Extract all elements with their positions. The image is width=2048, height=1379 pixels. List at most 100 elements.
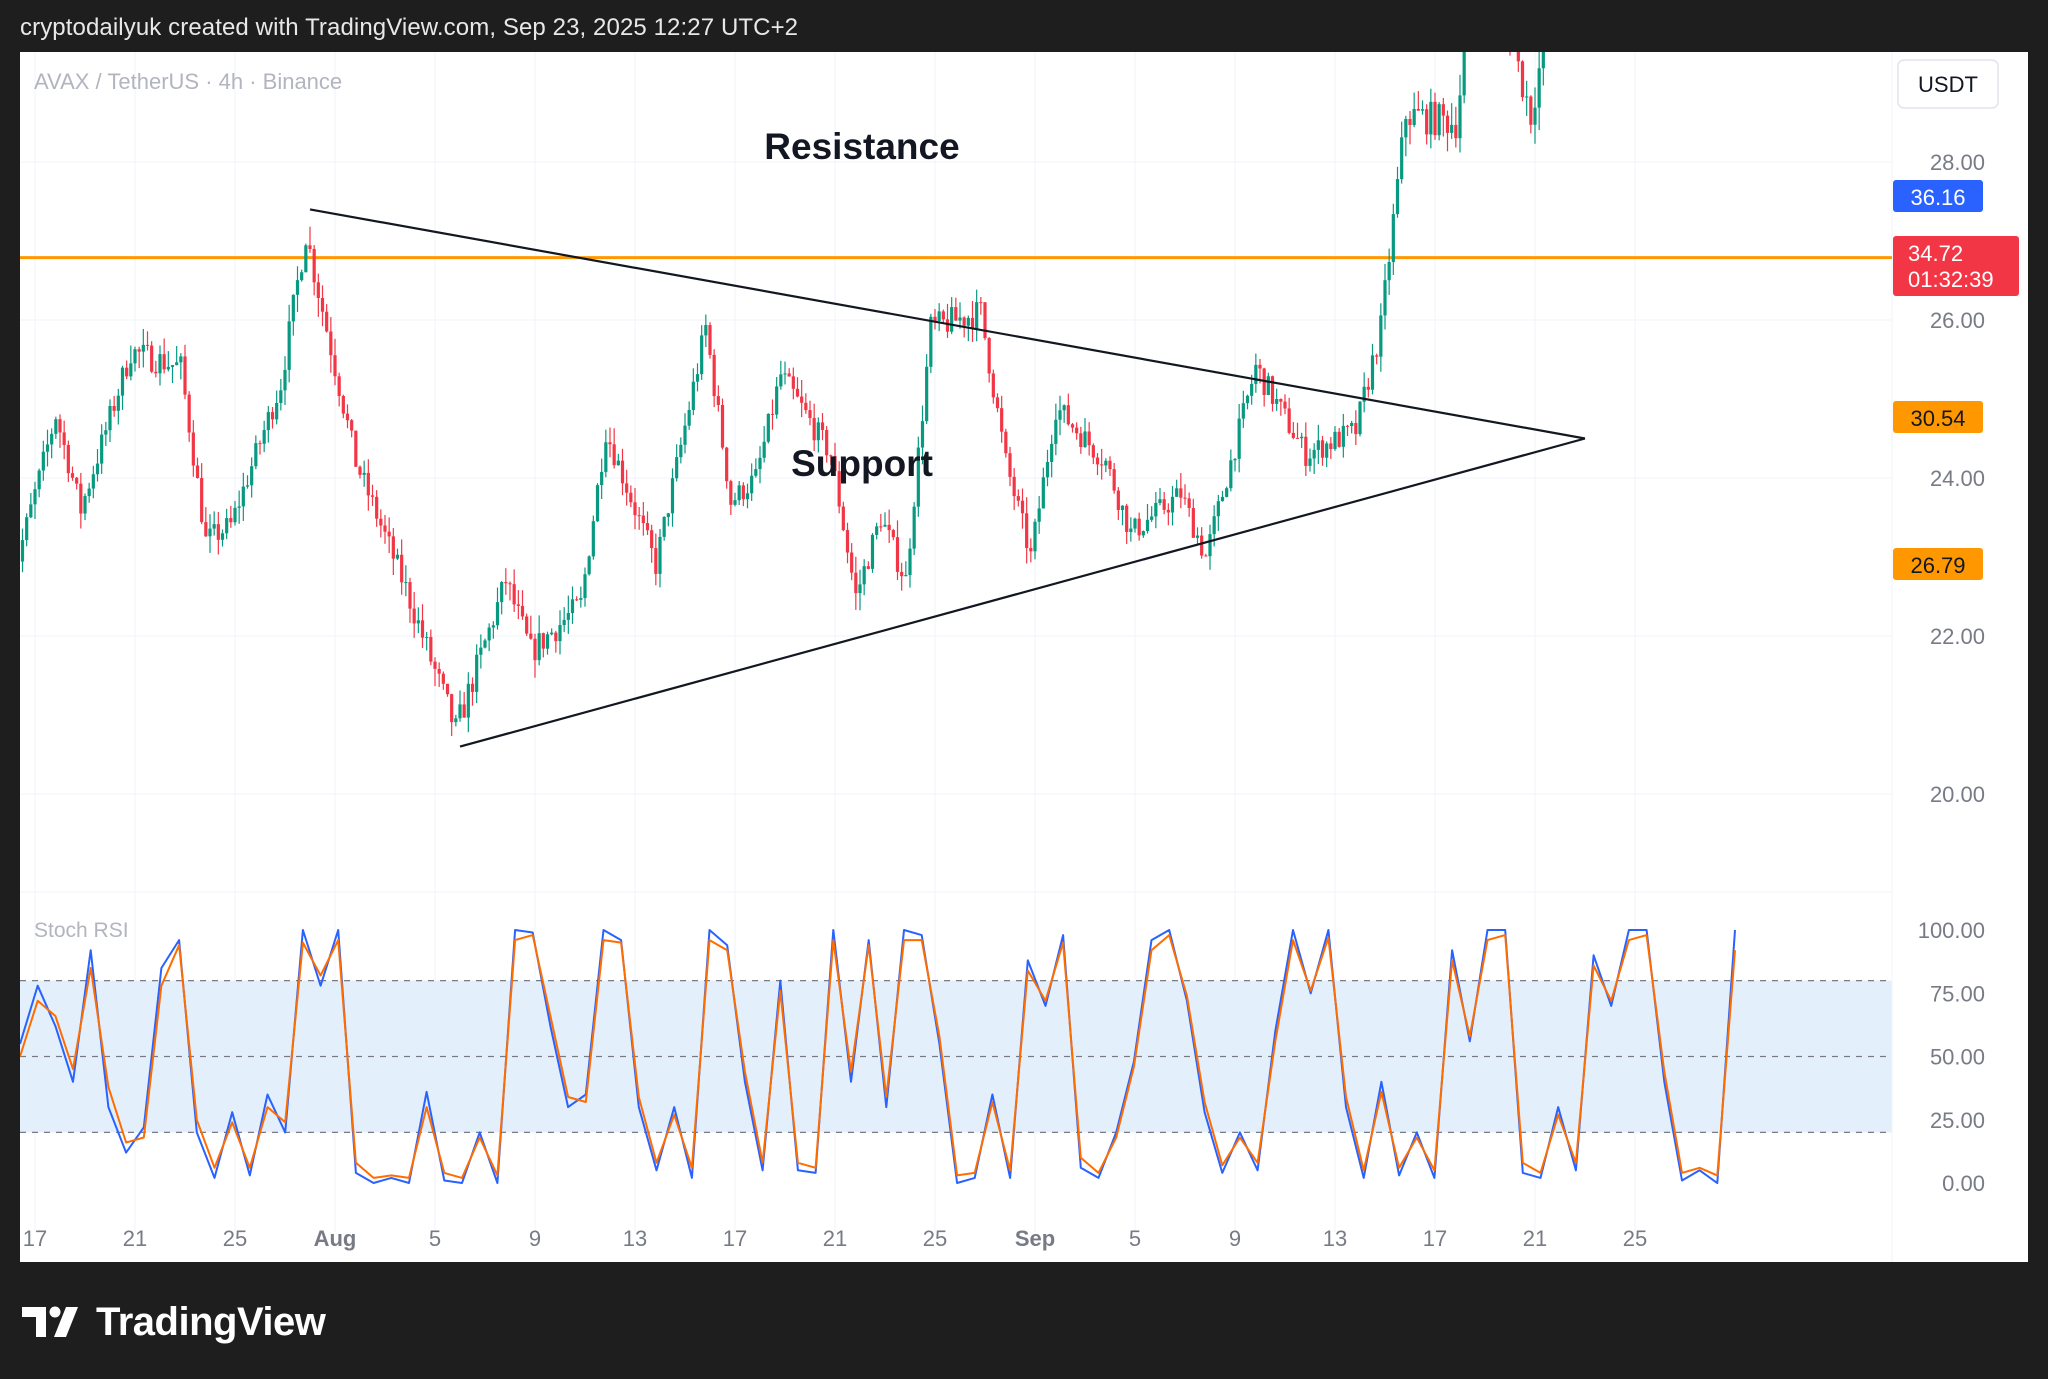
chart-canvas[interactable]: 20.0022.0024.0026.0028.0030.0032.0038.00…	[20, 52, 2028, 1262]
candle-body	[1125, 505, 1129, 533]
candle-body	[629, 492, 633, 503]
candle-body	[704, 325, 708, 336]
candle-body	[445, 683, 450, 695]
candle-body	[1204, 555, 1208, 557]
candle-body	[1462, 52, 1466, 96]
candle-body	[583, 574, 587, 599]
candle-body	[1354, 422, 1358, 435]
candle-body	[579, 598, 583, 600]
candle-body	[275, 402, 279, 420]
candle-body	[208, 528, 212, 537]
support-upper-price-value: 30.54	[1910, 406, 1965, 431]
candle-body	[741, 485, 745, 500]
candle-body	[733, 500, 737, 505]
candle-body	[1308, 458, 1312, 466]
candle-body	[1075, 427, 1079, 434]
candle-body	[1445, 115, 1450, 133]
candle-body	[1229, 460, 1233, 489]
candle-body	[1104, 460, 1108, 466]
candle-body	[370, 495, 375, 497]
candle-body	[887, 524, 891, 531]
candle-body	[87, 488, 91, 497]
time-tick-label: 5	[1129, 1226, 1141, 1251]
candle-body	[383, 525, 387, 532]
tradingview-wordmark: TradingView	[96, 1299, 326, 1344]
candle-body	[1237, 418, 1241, 459]
stoch-axis-labels: 0.00 25.00 50.00 75.00 100.00	[1918, 918, 1985, 1196]
candle-body	[1208, 534, 1212, 557]
candle-body	[70, 473, 75, 478]
time-tick-label: 5	[429, 1226, 441, 1251]
candle-body	[250, 466, 254, 486]
candle-body	[570, 599, 575, 614]
candle-body	[900, 571, 904, 577]
time-tick-label: 21	[1523, 1226, 1547, 1251]
candle-body	[854, 572, 858, 594]
candle-body	[191, 432, 195, 466]
candle-body	[95, 463, 100, 475]
candle-body	[145, 344, 150, 346]
candle-body	[883, 524, 887, 527]
candle-body	[1233, 458, 1237, 461]
candle-body	[1525, 96, 1529, 98]
candle-body	[362, 472, 366, 475]
candle-body	[1029, 548, 1033, 552]
candle-body	[1333, 431, 1337, 449]
candle-body	[475, 654, 479, 692]
candle-body	[870, 534, 875, 569]
price-tick-label: 26.00	[1930, 308, 1985, 333]
candle-body	[141, 344, 145, 352]
candle-body	[908, 548, 912, 576]
time-tick-label: 9	[529, 1226, 541, 1251]
candle-body	[1383, 280, 1387, 316]
candle-body	[1329, 443, 1333, 449]
time-tick-label: 21	[823, 1226, 847, 1251]
time-axis-labels: 17 21 25 Aug 5 9 13 17 21 25 Sep 5 9 13 17 21 25	[23, 1226, 1647, 1251]
candle-body	[1112, 469, 1116, 491]
candle-body	[508, 583, 512, 585]
candle-body	[1266, 376, 1270, 396]
candle-body	[1087, 431, 1091, 446]
candle-body	[1133, 518, 1137, 529]
candle-body	[1412, 108, 1416, 126]
candle-body	[1408, 118, 1412, 126]
last-price-value: 34.72	[1908, 241, 1963, 266]
candle-body	[1145, 519, 1150, 532]
candle-body	[520, 605, 525, 617]
candle-body	[1120, 505, 1125, 511]
price-tick-label: 24.00	[1930, 466, 1985, 491]
chart-frame[interactable]: 20.0022.0024.0026.0028.0030.0032.0038.00…	[20, 52, 2028, 1262]
tradingview-brand[interactable]: TradingView	[22, 1299, 326, 1344]
candle-body	[795, 388, 800, 397]
candle-body	[1395, 179, 1400, 215]
candle-body	[45, 444, 50, 452]
candle-body	[316, 282, 320, 298]
candle-body	[454, 718, 458, 723]
candle-body	[945, 319, 950, 332]
candle-body	[675, 457, 679, 479]
candle-body	[1325, 443, 1329, 458]
candle-body	[358, 466, 362, 475]
candle-body	[633, 502, 637, 516]
candle-body	[866, 566, 870, 569]
candle-body	[1033, 521, 1037, 552]
candle-body	[595, 485, 600, 522]
candle-body	[1225, 488, 1229, 497]
candle-body	[54, 419, 58, 434]
candle-body	[1108, 460, 1112, 470]
candle-body	[441, 673, 445, 684]
candle-body	[104, 430, 108, 435]
candle-body	[537, 633, 541, 661]
candle-body	[1154, 502, 1158, 517]
candle-body	[783, 373, 787, 375]
candle-body	[233, 507, 237, 523]
currency-button[interactable]: USDT	[1897, 59, 1999, 109]
candle-body	[754, 469, 758, 476]
candle-body	[329, 331, 333, 356]
candle-body	[991, 373, 995, 398]
support-lower-price-badge: 26.79	[1893, 548, 1983, 580]
candle-body	[562, 619, 566, 626]
last-price-countdown: 01:32:39	[1908, 267, 1994, 292]
candle-body	[1054, 419, 1058, 444]
candle-body	[1350, 422, 1354, 427]
